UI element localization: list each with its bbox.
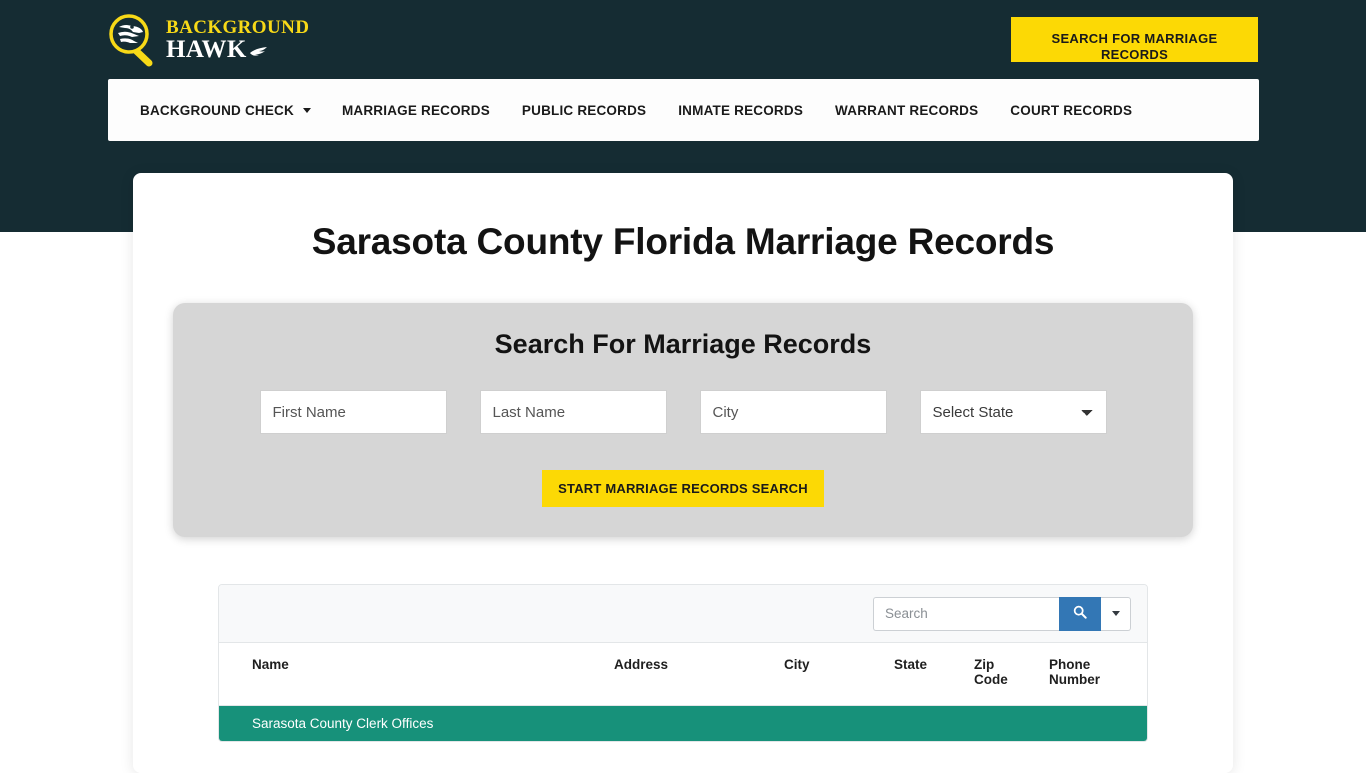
table-search-options-button[interactable] [1101,596,1131,631]
site-header: BACKGROUND HAWK SEARCH FOR MARRIAGE RECO… [0,0,1366,79]
search-for-marriage-records-button[interactable]: SEARCH FOR MARRIAGE RECORDS [1011,17,1258,62]
nav-item-inmate-records[interactable]: INMATE RECORDS [678,103,803,118]
nav-item-warrant-records[interactable]: WARRANT RECORDS [835,103,978,118]
content-card: Sarasota County Florida Marriage Records… [133,173,1233,773]
wing-icon [249,37,268,62]
column-header-address[interactable]: Address [604,643,774,706]
chevron-down-icon [302,107,311,113]
column-header-city[interactable]: City [774,643,884,706]
search-form-row: Select State [173,390,1193,434]
nav-item-court-records[interactable]: COURT RECORDS [1010,103,1132,118]
main-navigation: BACKGROUND CHECK MARRIAGE RECORDS PUBLIC… [108,79,1259,141]
logo-text-hawk: HAWK [166,35,247,63]
table-search-group [873,596,1131,631]
logo-text-background: BACKGROUND [166,16,310,38]
chevron-down-icon [1111,611,1120,616]
column-header-zip-code[interactable]: Zip Code [964,643,1039,706]
table-search-input[interactable] [873,596,1059,631]
nav-item-marriage-records[interactable]: MARRIAGE RECORDS [342,103,490,118]
records-table-card: Name Address City State Zip Code Phone N… [218,584,1148,742]
nav-item-label: WARRANT RECORDS [835,102,979,118]
search-icon [1073,605,1087,622]
submit-row: START MARRIAGE RECORDS SEARCH [173,470,1193,507]
city-input[interactable] [699,390,887,434]
records-table-header: Name Address City State Zip Code Phone N… [219,643,1147,706]
table-header-row: Name Address City State Zip Code Phone N… [219,643,1147,706]
column-header-state[interactable]: State [884,643,964,706]
page-title: Sarasota County Florida Marriage Records [311,221,1055,262]
last-name-input[interactable] [479,390,667,434]
table-toolbar [219,585,1147,643]
column-header-phone-number[interactable]: Phone Number [1039,643,1147,706]
nav-item-label: BACKGROUND CHECK [140,102,294,118]
marriage-records-search-panel: Search For Marriage Records Select State… [173,303,1193,537]
table-group-row: Sarasota County Clerk Offices [219,705,1147,741]
column-header-name[interactable]: Name [219,643,604,706]
search-panel-title: Search For Marriage Records [494,329,872,359]
nav-item-background-check[interactable]: BACKGROUND CHECK [140,103,311,118]
nav-item-label: PUBLIC RECORDS [521,102,647,118]
start-marriage-records-search-button[interactable]: START MARRIAGE RECORDS SEARCH [542,470,824,507]
nav-item-label: INMATE RECORDS [678,102,804,118]
nav-item-public-records[interactable]: PUBLIC RECORDS [522,103,646,118]
magnifier-hawk-logo-icon [108,13,160,67]
nav-item-label: COURT RECORDS [1010,102,1133,118]
records-table: Name Address City State Zip Code Phone N… [219,643,1147,741]
first-name-input[interactable] [259,390,447,434]
nav-item-label: MARRIAGE RECORDS [341,102,490,118]
state-select[interactable]: Select State [919,390,1107,434]
site-logo[interactable]: BACKGROUND HAWK [108,11,309,69]
table-search-button[interactable] [1059,596,1101,631]
records-table-body: Sarasota County Clerk Offices [219,705,1147,741]
table-group-row-label: Sarasota County Clerk Offices [219,705,1147,741]
